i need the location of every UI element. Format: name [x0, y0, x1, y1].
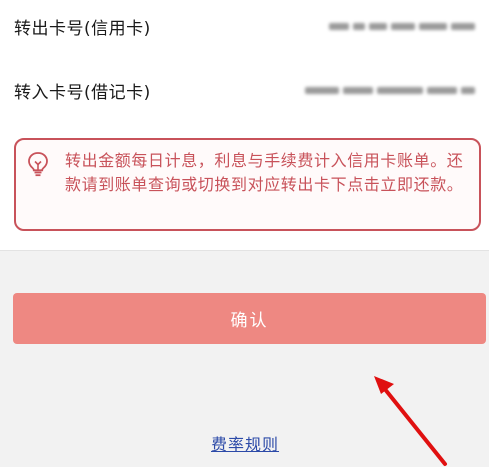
transfer-in-label: 转入卡号(借记卡)	[14, 82, 151, 103]
interest-notice-text: 转出金额每日计息，利息与手续费计入信用卡账单。还款请到账单查询或切换到对应转出卡…	[65, 151, 464, 194]
transfer-out-row[interactable]: 转出卡号(信用卡)	[14, 6, 475, 46]
transfer-in-card-number-masked	[305, 86, 475, 94]
interest-notice-box: 转出金额每日计息，利息与手续费计入信用卡账单。还款请到账单查询或切换到对应转出卡…	[14, 138, 481, 231]
transfer-out-label: 转出卡号(信用卡)	[14, 18, 151, 39]
transfer-out-card-number-masked	[329, 22, 475, 30]
lightbulb-icon	[28, 152, 48, 177]
confirm-button[interactable]: 确认	[13, 293, 486, 344]
transfer-in-row[interactable]: 转入卡号(借记卡)	[14, 70, 475, 110]
annotation-arrow-icon	[374, 376, 447, 466]
card-info-panel: 转出卡号(信用卡) 转入卡号(借记卡) 转出金额每日计息，利息与手续费计入信用卡…	[0, 0, 489, 251]
fee-rules-link[interactable]: 费率规则	[211, 431, 279, 455]
